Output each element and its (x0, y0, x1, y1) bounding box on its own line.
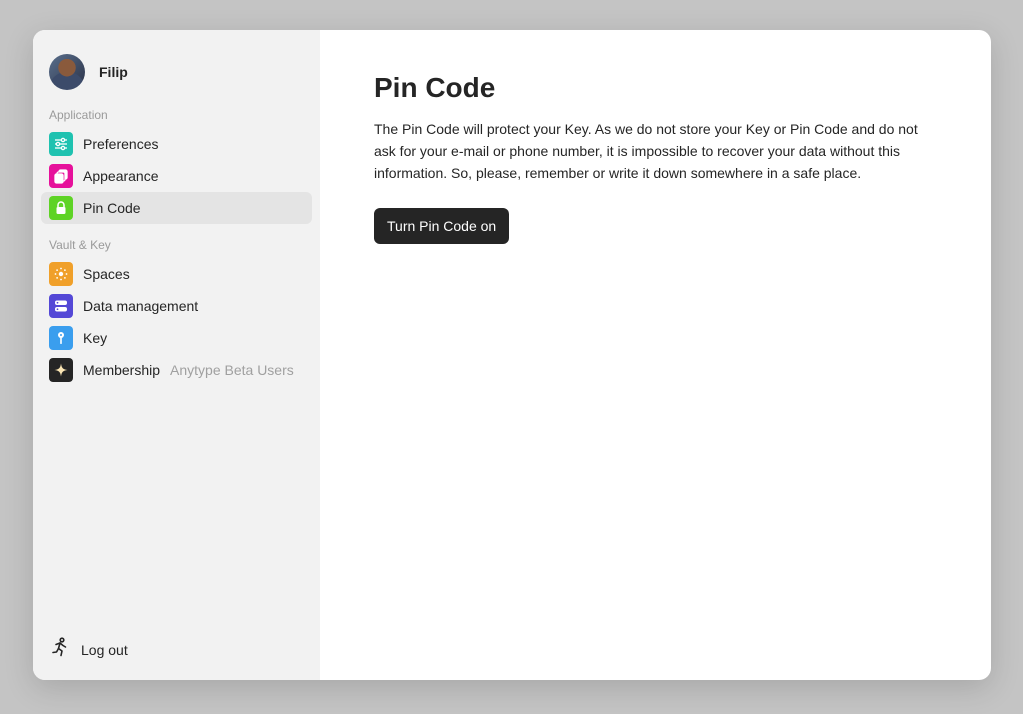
logout-button[interactable]: Log out (49, 636, 128, 663)
sidebar-item-key[interactable]: Key (41, 322, 312, 354)
sidebar-item-label: Key (83, 330, 108, 346)
turn-pin-code-on-button[interactable]: Turn Pin Code on (374, 208, 510, 244)
sidebar-item-label: Preferences (83, 136, 159, 152)
pin-code-description: The Pin Code will protect your Key. As w… (374, 121, 918, 181)
sidebar-item-spaces[interactable]: Spaces (41, 258, 312, 290)
profile[interactable]: Filip (49, 54, 128, 90)
lock-icon (49, 196, 73, 220)
sidebar-item-label: Data management (83, 298, 199, 314)
database-icon (49, 294, 73, 318)
sliders-icon (49, 132, 73, 156)
logout-label: Log out (81, 641, 128, 658)
sidebar-item-pin-code[interactable]: Pin Code (41, 192, 312, 224)
main-panel: Pin Code The Pin Code will protect your … (320, 30, 991, 680)
sidebar-item-label: Appearance (83, 168, 159, 184)
running-person-icon (49, 636, 71, 663)
section-label-vault: Vault & Key (49, 238, 111, 252)
sidebar: Filip Application Preferences Appearance… (33, 30, 320, 680)
avatar (49, 54, 85, 90)
sidebar-item-label: Membership (83, 362, 161, 378)
layers-icon (49, 164, 73, 188)
sidebar-item-appearance[interactable]: Appearance (41, 160, 312, 192)
sun-icon (49, 262, 73, 286)
page-title: Pin Code (374, 72, 496, 103)
profile-name: Filip (99, 64, 128, 80)
key-icon (49, 326, 73, 350)
sidebar-item-data-management[interactable]: Data management (41, 290, 312, 322)
sidebar-item-preferences[interactable]: Preferences (41, 128, 312, 160)
membership-tier: Anytype Beta Users (170, 362, 294, 378)
sidebar-item-membership[interactable]: Membership Anytype Beta Users (41, 354, 312, 386)
settings-window: Filip Application Preferences Appearance… (33, 30, 991, 680)
section-label-application: Application (49, 108, 108, 122)
sidebar-item-label: Spaces (83, 266, 130, 282)
sparkle-icon (49, 358, 73, 382)
sidebar-item-label: Pin Code (83, 200, 141, 216)
